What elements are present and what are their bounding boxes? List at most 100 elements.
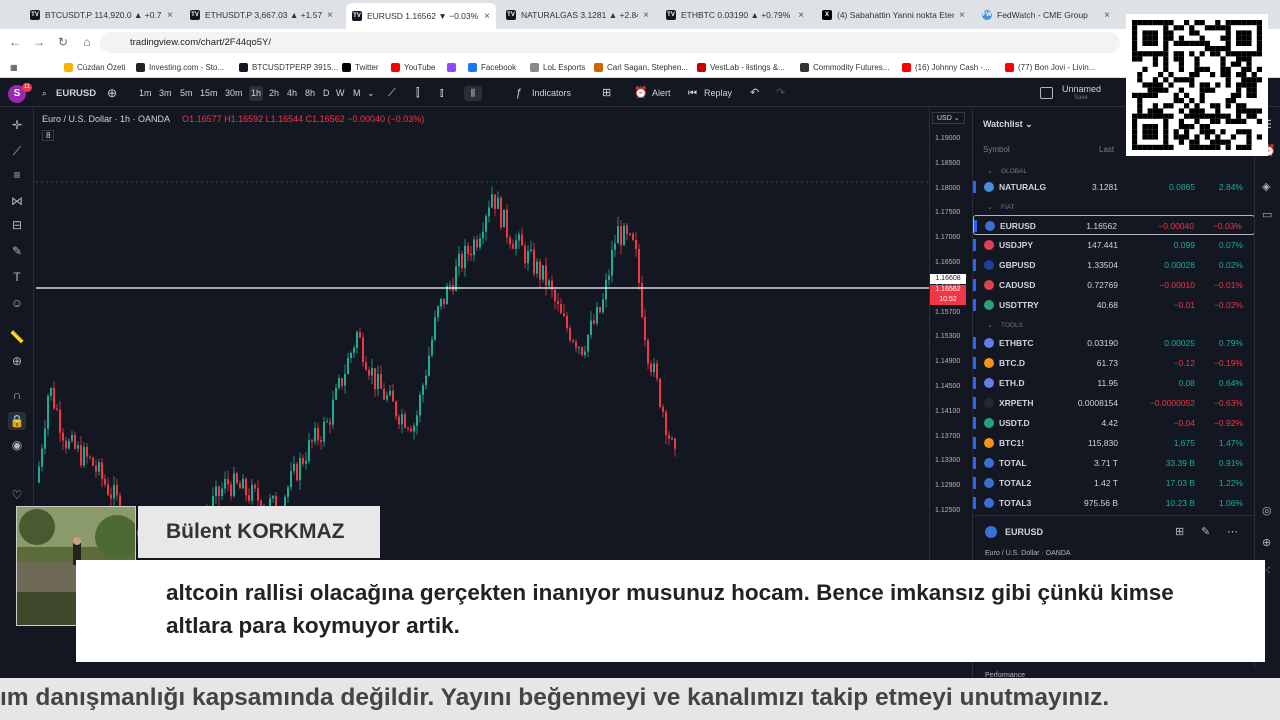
browser-tab[interactable]: TV BTCUSDT.P 114,920.0 ▲ +0.75% ×	[24, 4, 179, 26]
browser-tab[interactable]: TV EURUSD 1.16562 ▼ −0.03% Un ×	[346, 3, 496, 29]
watchlist-row[interactable]: TOTAL2 1.42 T 17.03 B 1.22%	[973, 473, 1255, 493]
price-axis[interactable]: USD ⌄ 1.19000 1.18500 1.18000 1.17500 1.1700…	[929, 108, 969, 560]
replay-button[interactable]: Replay	[704, 86, 732, 101]
bookmark-item[interactable]: VestLab - listings &...	[697, 60, 785, 74]
home-icon[interactable]: ⌂	[80, 35, 94, 49]
interval-1h[interactable]: 1h	[249, 86, 264, 101]
bookmark-item[interactable]: Carl Sagan, Stephen...	[594, 60, 688, 74]
bookmark-item[interactable]: YouTube	[391, 60, 435, 74]
interval-15m[interactable]: 15m	[198, 86, 220, 101]
redo-icon[interactable]: ↷	[776, 86, 785, 101]
section-collapse-icon[interactable]: ⌄	[987, 321, 993, 329]
close-tab-icon[interactable]: ×	[959, 10, 965, 21]
chat-icon[interactable]: ▭	[1262, 208, 1272, 221]
favorites-icon[interactable]: ♡	[8, 486, 26, 504]
watchlist-row[interactable]: TOTAL3 975.56 B 10.23 B 1.06%	[973, 493, 1255, 513]
section-collapse-icon[interactable]: ⌄	[987, 167, 993, 175]
brush-icon[interactable]: ✎	[8, 242, 26, 260]
interval-5m[interactable]: 5m	[178, 86, 195, 101]
target-icon[interactable]: ◎	[1262, 504, 1272, 517]
watchlist-row[interactable]: CADUSD 0.72769 −0.00010 −0.01%	[973, 275, 1255, 295]
replay-icon[interactable]: ⏮	[688, 86, 697, 101]
col-last[interactable]: Last	[1099, 145, 1114, 154]
watchlist-row[interactable]: ETHBTC 0.03190 0.00025 0.79%	[973, 333, 1255, 353]
pattern-icon[interactable]: ⋈	[8, 192, 26, 210]
close-tab-icon[interactable]: ×	[1104, 10, 1110, 21]
visibility-icon[interactable]: ◉	[8, 436, 26, 454]
reload-icon[interactable]: ↻	[56, 35, 70, 49]
candle-style-button[interactable]: ⫼	[464, 86, 482, 101]
chart-pane[interactable]: Euro / U.S. Dollar · 1h · OANDA O1.16577…	[36, 108, 929, 560]
symbol-search-icon[interactable]: ⌕	[42, 86, 47, 101]
fib-retracement-icon[interactable]: ≡	[8, 166, 26, 184]
browser-tab[interactable]: TV ETHBTC 0.03190 ▲ +0.79% Un ×	[660, 4, 810, 26]
compare-symbol-icon[interactable]: ⊕	[107, 86, 117, 101]
lock-drawings-icon[interactable]: 🔒	[8, 412, 26, 430]
layout-name[interactable]: Unnamed	[1062, 84, 1101, 94]
bookmark-item[interactable]: BTCUSDTPERP 3915...	[239, 60, 338, 74]
zoom-icon[interactable]: ⊕	[8, 352, 26, 370]
browser-tab[interactable]: X (4) Sabahattin Yanni nokta Eter ×	[816, 4, 971, 26]
trend-line-icon[interactable]: ⟋	[8, 142, 26, 160]
line-chart-type-icon[interactable]: ⟋	[388, 86, 396, 101]
interval-M[interactable]: M	[351, 86, 363, 101]
close-tab-icon[interactable]: ×	[643, 10, 649, 21]
browser-tab[interactable]: FW FedWatch - CME Group ×	[976, 4, 1116, 26]
alert-button[interactable]: Alert	[652, 86, 671, 101]
watchlist-row[interactable]: XRPETH 0.0008154 −0.0000052 −0.63%	[973, 393, 1255, 413]
url-input[interactable]: tradingview.com/chart/2F44qo5Y/	[100, 32, 1120, 53]
layouts-icon[interactable]: ⊞	[602, 86, 611, 101]
bookmark-item[interactable]: (16) Johnny Cash -...	[902, 60, 990, 74]
detail-symbol[interactable]: EURUSD	[1005, 527, 1043, 537]
watchlist-row[interactable]: TOTAL 3.71 T 33.39 B 0.91%	[973, 453, 1255, 473]
layout-icon[interactable]	[1040, 87, 1053, 99]
indicators-icon[interactable]: ƒ	[516, 86, 522, 101]
forward-icon[interactable]: →	[32, 35, 46, 49]
bookmark-item[interactable]: Cüzdan Özeti	[64, 60, 125, 74]
watchlist-row[interactable]: BTC.D 61.73 −0.12 −0.19%	[973, 353, 1255, 373]
edit-icon[interactable]: ✎	[1201, 525, 1210, 538]
bookmark-item[interactable]: LoL Esports	[530, 60, 585, 74]
watchlist-row[interactable]: GBPUSD 1.33504 0.00028 0.02%	[973, 255, 1255, 275]
interval-3m[interactable]: 3m	[157, 86, 174, 101]
indicators-button[interactable]: Indicators	[532, 86, 571, 101]
bookmark-item[interactable]: (77) Bon Jovi - Livin...	[1005, 60, 1095, 74]
candles-chart-type-icon[interactable]: ⫾	[440, 86, 444, 101]
layers-icon[interactable]: ◈	[1262, 180, 1270, 193]
watchlist-row[interactable]: USDT.D 4.42 −0.04 −0.92%	[973, 413, 1255, 433]
interval-4h[interactable]: 4h	[285, 86, 299, 101]
browser-tab[interactable]: TV NATURALGAS 3.1281 ▲ +2.84% ×	[500, 4, 655, 26]
close-tab-icon[interactable]: ×	[167, 10, 173, 21]
bookmark-item[interactable]: Investing.com - Sto...	[136, 60, 224, 74]
watchlist-row[interactable]: USDTTRY 40.68 −0.01 −0.02%	[973, 295, 1255, 315]
currency-selector[interactable]: USD ⌄	[932, 112, 965, 124]
close-tab-icon[interactable]: ×	[798, 10, 804, 21]
symbol-search-button[interactable]: EURUSD	[56, 86, 96, 101]
watchlist-row[interactable]: EURUSD 1.16562 −0.00040 −0.03%	[973, 215, 1255, 235]
grid-icon[interactable]: ⊞	[1175, 525, 1184, 538]
bars-chart-type-icon[interactable]: ⫿	[416, 86, 420, 101]
watchlist-row[interactable]: USDJPY 147.441 0.099 0.07%	[973, 235, 1255, 255]
close-tab-icon[interactable]: ×	[484, 11, 490, 22]
browser-tab[interactable]: TV ETHUSDT.P 3,667.03 ▲ +1.57% ×	[184, 4, 339, 26]
watchlist-section-header[interactable]: TOOLS	[1001, 322, 1023, 329]
col-symbol[interactable]: Symbol	[983, 145, 1010, 154]
interval-30m[interactable]: 30m	[223, 86, 245, 101]
watchlist-title[interactable]: Watchlist ⌄	[983, 119, 1033, 130]
ruler-icon[interactable]: 📏	[8, 328, 26, 346]
watchlist-row[interactable]: BTC1! 115,830 1,675 1.47%	[973, 433, 1255, 453]
bookmark-item[interactable]	[447, 60, 460, 74]
text-icon[interactable]: T	[8, 268, 26, 286]
more-icon[interactable]: ⋯	[1227, 525, 1238, 538]
interval-dropdown-icon[interactable]: ⌄	[367, 86, 375, 101]
watchlist-row[interactable]: NATURALG 3.1281 0.0865 2.84%	[973, 177, 1255, 197]
interval-1m[interactable]: 1m	[137, 86, 154, 101]
help-icon[interactable]: ⊕	[1262, 536, 1271, 549]
magnet-icon[interactable]: ∩	[8, 386, 26, 404]
apps-icon[interactable]: ▦	[10, 60, 18, 74]
bookmark-item[interactable]: Facebook	[468, 60, 516, 74]
section-collapse-icon[interactable]: ⌄	[987, 203, 993, 211]
emoji-icon[interactable]: ☺	[8, 294, 26, 312]
interval-8h[interactable]: 8h	[303, 86, 317, 101]
undo-icon[interactable]: ↶	[750, 86, 759, 101]
